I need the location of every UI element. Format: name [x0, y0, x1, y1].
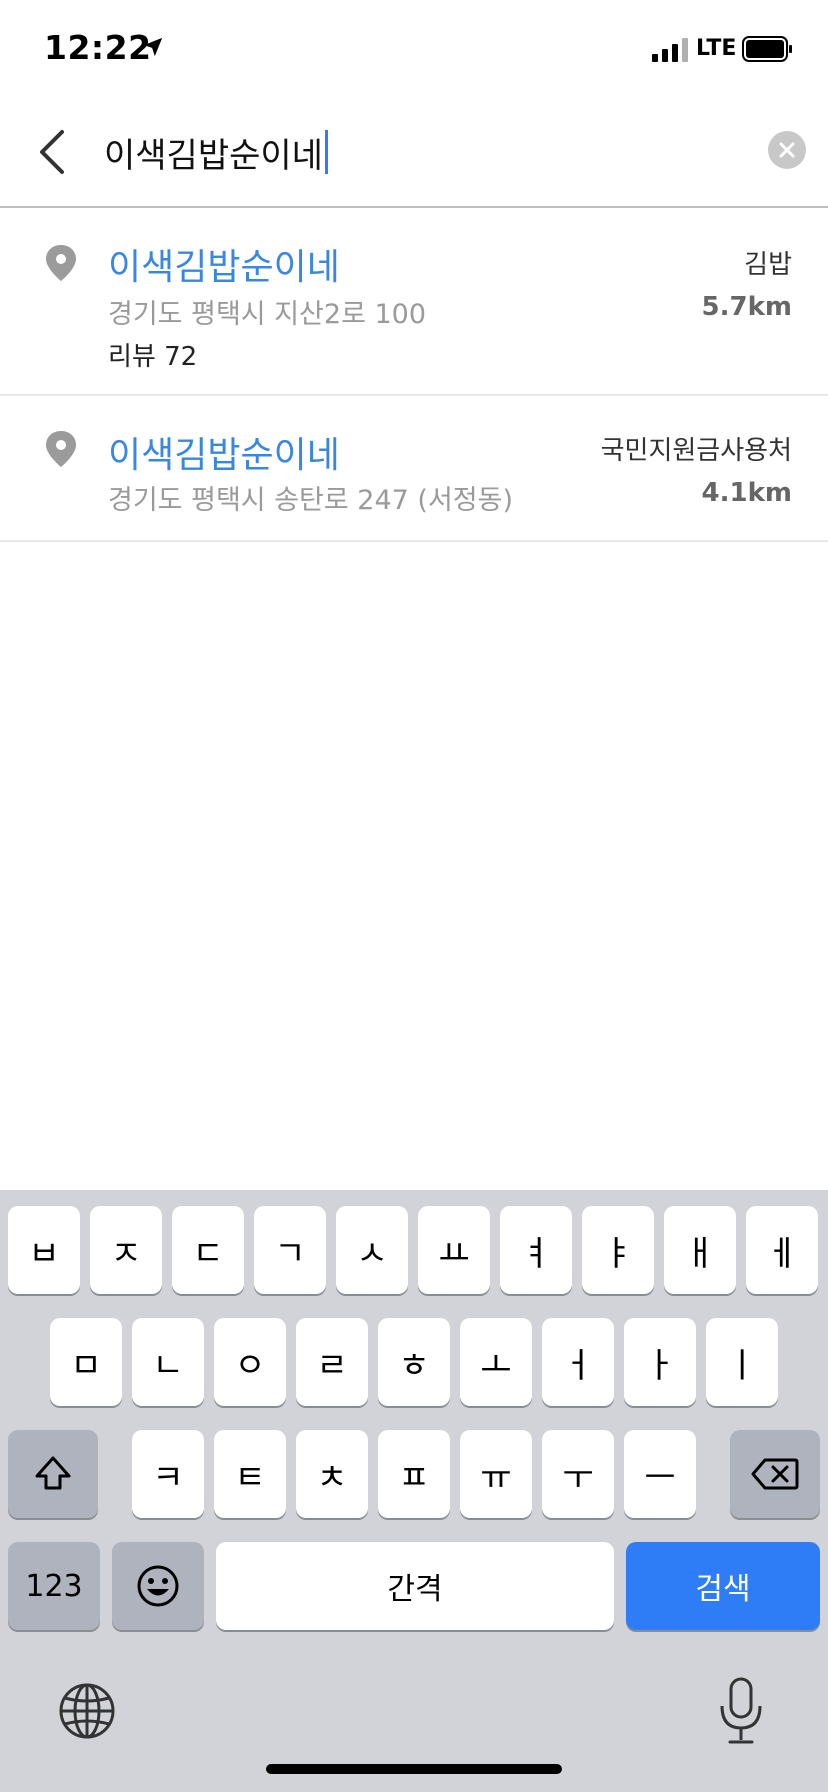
key-16[interactable]: ㅗ [460, 1318, 532, 1406]
search-query: 이색김밥순이네 [104, 135, 323, 176]
key-10[interactable]: ㅔ [746, 1206, 818, 1294]
key-22[interactable]: ㅊ [296, 1430, 368, 1518]
key-5[interactable]: ㅅ [336, 1206, 408, 1294]
result-address: 경기도 평택시 지산2로 100 [108, 299, 427, 330]
key-24[interactable]: ㅠ [460, 1430, 532, 1518]
globe-icon[interactable] [58, 1682, 116, 1740]
numbers-key[interactable]: 123 [8, 1542, 100, 1630]
backspace-key[interactable] [730, 1430, 820, 1518]
result-review: 리뷰 72 [108, 342, 198, 372]
key-11[interactable]: ㅁ [50, 1318, 122, 1406]
key-3[interactable]: ㄷ [172, 1206, 244, 1294]
key-25[interactable]: ㅜ [542, 1430, 614, 1518]
battery-icon [742, 36, 792, 62]
key-14[interactable]: ㄹ [296, 1318, 368, 1406]
result-item[interactable]: 이색김밥순이네 경기도 평택시 송탄로 247 (서정동) 국민지원금사용처 4… [0, 396, 828, 542]
microphone-icon[interactable] [716, 1676, 766, 1746]
search-header: 이색김밥순이네 [0, 100, 828, 208]
key-2[interactable]: ㅈ [90, 1206, 162, 1294]
search-input[interactable]: 이색김밥순이네 [104, 124, 744, 180]
signal-icon [652, 38, 688, 62]
key-21[interactable]: ㅌ [214, 1430, 286, 1518]
result-address: 경기도 평택시 송탄로 247 (서정동) [108, 485, 514, 516]
key-9[interactable]: ㅐ [664, 1206, 736, 1294]
result-category: 김밥 [744, 250, 792, 280]
result-name[interactable]: 이색김밥순이네 [108, 426, 340, 478]
status-bar: 12:22 LTE [0, 0, 828, 100]
home-indicator [266, 1764, 562, 1774]
shift-key[interactable] [8, 1430, 98, 1518]
result-distance: 5.7km [701, 292, 792, 322]
key-8[interactable]: ㅑ [582, 1206, 654, 1294]
network-label: LTE [696, 36, 737, 61]
map-pin-icon [46, 431, 76, 467]
search-key[interactable]: 검색 [626, 1542, 820, 1630]
result-name[interactable]: 이색김밥순이네 [108, 238, 340, 290]
status-time: 12:22 [44, 28, 152, 67]
key-15[interactable]: ㅎ [378, 1318, 450, 1406]
chevron-left-icon[interactable] [28, 124, 78, 180]
space-key[interactable]: 간격 [216, 1542, 614, 1630]
backspace-icon [751, 1458, 799, 1490]
key-6[interactable]: ㅛ [418, 1206, 490, 1294]
key-7[interactable]: ㅕ [500, 1206, 572, 1294]
result-distance: 4.1km [701, 478, 792, 508]
key-20[interactable]: ㅋ [132, 1430, 204, 1518]
location-arrow-icon [143, 37, 163, 57]
emoji-icon [137, 1565, 179, 1607]
key-13[interactable]: ㅇ [214, 1318, 286, 1406]
key-19[interactable]: ㅣ [706, 1318, 778, 1406]
emoji-key[interactable] [112, 1542, 204, 1630]
key-18[interactable]: ㅏ [624, 1318, 696, 1406]
map-pin-icon [46, 245, 76, 281]
text-cursor [324, 130, 328, 174]
clear-icon[interactable] [768, 131, 806, 169]
key-17[interactable]: ㅓ [542, 1318, 614, 1406]
result-item[interactable]: 이색김밥순이네 경기도 평택시 지산2로 100 리뷰 72 김밥 5.7km [0, 210, 828, 396]
key-1[interactable]: ㅂ [8, 1206, 80, 1294]
shift-arrow-icon [35, 1456, 71, 1490]
key-12[interactable]: ㄴ [132, 1318, 204, 1406]
result-category: 국민지원금사용처 [600, 436, 792, 466]
key-23[interactable]: ㅍ [378, 1430, 450, 1518]
key-4[interactable]: ㄱ [254, 1206, 326, 1294]
key-26[interactable]: ㅡ [624, 1430, 696, 1518]
